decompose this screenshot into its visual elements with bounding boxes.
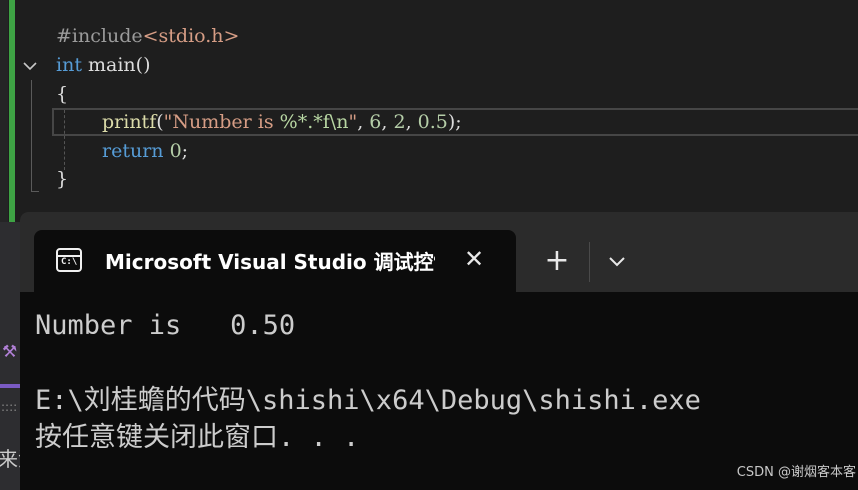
close-brace: } [56,168,69,190]
preprocessor-directive: #include [56,25,143,47]
code-line-2[interactable]: int main() [56,51,151,80]
open-brace: { [56,83,69,105]
new-tab-button[interactable]: + [542,246,572,276]
change-tracking-bar [9,0,15,222]
arg-separator: , [405,111,418,133]
include-header: <stdio.h> [142,25,240,47]
tool-icon[interactable]: ⚒ [2,338,22,366]
format-specifier: %*.*f\n [279,111,349,133]
console-line-1: Number is 0.50 [35,310,296,341]
editor-gutter [0,0,8,222]
terminal-icon: C:\ [56,248,82,272]
function-name: main [88,54,136,76]
return-keyword: return [102,140,164,162]
console-tab[interactable]: C:\ Microsoft Visual Studio 调试控制台 ✕ [34,230,516,292]
code-line-3[interactable]: { [56,80,68,109]
arg-width: 6 [369,111,382,133]
chevron-down-icon[interactable] [604,248,630,274]
watermark: CSDN @谢烟客本客 [736,465,856,480]
console-line-4: 按任意键关闭此窗口. . . [35,422,360,453]
titlebar-separator [589,242,590,282]
type-keyword: int [56,54,82,76]
console-line-3: E:\刘桂蟾的代码\shishi\x64\Debug\shishi.exe [35,385,701,416]
printf-call: printf [102,111,157,133]
arg-separator: , [381,111,394,133]
close-tab-icon[interactable]: ✕ [462,247,486,271]
arg-value: 0.5 [417,111,448,133]
grip-dots: :::: [1,400,18,414]
open-paren: ( [156,111,164,133]
return-value: 0 [169,140,182,162]
debug-console-window[interactable]: C:\ Microsoft Visual Studio 调试控制台 ✕ + Nu… [20,212,858,490]
code-line-5[interactable]: return 0; [102,137,188,166]
code-line-4[interactable]: printf("Number is %*.*f\n", 6, 2, 0.5); [102,108,462,137]
arg-separator: , [357,111,370,133]
accent-bar [0,384,20,388]
close-paren: ); [447,111,462,133]
tab-title: Microsoft Visual Studio 调试控制台 [105,250,435,274]
collapse-chevron-icon[interactable] [20,56,40,76]
code-line-6[interactable]: } [56,165,68,194]
parens: () [135,54,151,76]
string-literal-end: " [348,111,358,133]
title-bar[interactable]: C:\ Microsoft Visual Studio 调试控制台 ✕ + [20,212,858,292]
code-editor[interactable]: #include<stdio.h> int main() { printf("N… [0,0,858,222]
background-partial-text: 来源 [0,447,22,471]
arg-precision: 2 [393,111,406,133]
string-literal-start: "Number is [163,111,280,133]
code-line-1[interactable]: #include<stdio.h> [56,22,239,51]
terminal-icon-prompt: C:\ [61,257,78,267]
semicolon: ; [181,140,189,162]
fold-guide-end [31,191,39,192]
fold-guide-line [31,80,32,192]
